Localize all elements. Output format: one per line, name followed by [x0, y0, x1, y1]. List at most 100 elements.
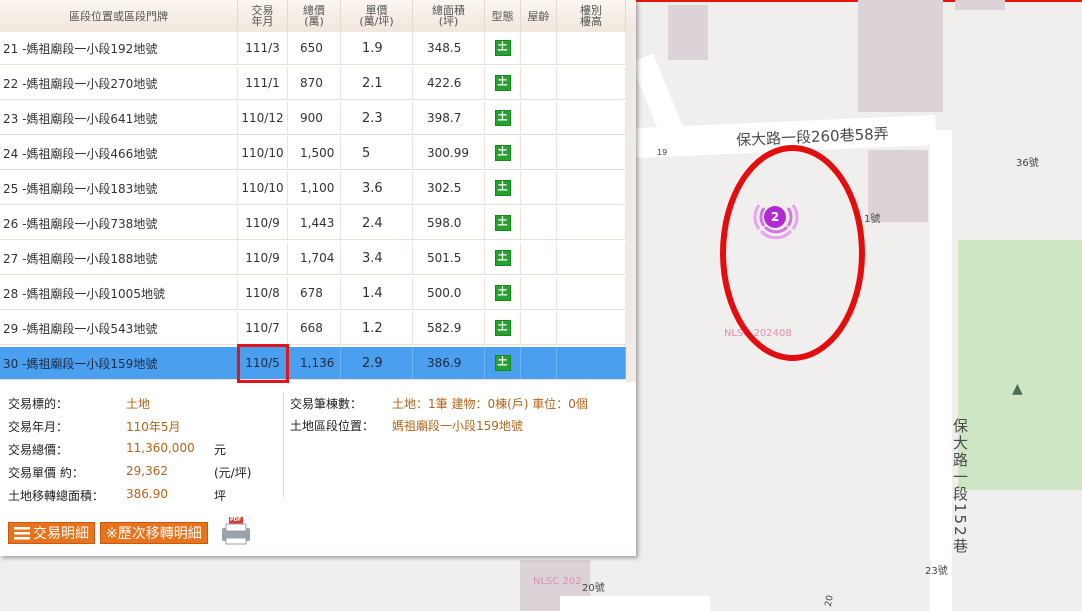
cell-loc: 25 -媽祖廟段一小段183地號 — [0, 172, 238, 204]
cell-loc: 26 -媽祖廟段一小段738地號 — [0, 207, 238, 239]
header-floor[interactable]: 樓別 樓高 — [557, 0, 626, 32]
cell-loc: 22 -媽祖廟段一小段270地號 — [0, 67, 238, 99]
cell-date: 110/9 — [238, 242, 288, 274]
cell-loc: 21 -媽祖廟段一小段192地號 — [0, 32, 238, 64]
detail-unitprice-unit: (元/坪) — [214, 466, 252, 480]
table-header: 區段位置或區段門牌 交易 年月 總價 (萬) 單價 (萬/坪) 總面積 (坪) … — [0, 0, 636, 33]
scrollbar[interactable] — [626, 32, 636, 382]
cell-date: 110/7 — [238, 312, 288, 344]
cell-type: 土 — [485, 312, 521, 344]
cell-age — [521, 67, 557, 99]
header-date[interactable]: 交易 年月 — [238, 0, 288, 32]
house-number: 20 — [823, 594, 836, 608]
house-number: 36號 — [1016, 158, 1039, 169]
cell-total: 1,136 — [288, 347, 341, 379]
detail-area-label: 土地移轉總面積： — [8, 489, 105, 503]
cell-floor — [557, 347, 626, 379]
table-row[interactable]: 21 -媽祖廟段一小段192地號 111/3 650 1.9 348.5 土 — [0, 32, 626, 65]
table-row[interactable]: 26 -媽祖廟段一小段738地號 110/9 1,443 2.4 598.0 土 — [0, 207, 626, 240]
pdf-print-icon[interactable]: PDF — [220, 516, 252, 546]
house-number: 1號 — [864, 214, 881, 225]
cell-floor — [557, 102, 626, 134]
cell-unit: 2.4 — [341, 207, 413, 239]
table-row[interactable]: 28 -媽祖廟段一小段1005地號 110/8 678 1.4 500.0 土 — [0, 277, 626, 310]
table-row[interactable]: 29 -媽祖廟段一小段543地號 110/7 668 1.2 582.9 土 — [0, 312, 626, 345]
cell-date: 111/3 — [238, 32, 288, 64]
cell-area: 501.5 — [413, 242, 485, 274]
land-type-icon: 土 — [494, 75, 511, 91]
cell-type: 土 — [485, 242, 521, 274]
pdf-badge: PDF — [230, 517, 242, 523]
house-number: 23號 — [925, 566, 948, 577]
cell-area: 598.0 — [413, 207, 485, 239]
table-row[interactable]: 22 -媽祖廟段一小段270地號 111/1 870 2.1 422.6 土 — [0, 67, 626, 100]
cell-unit: 2.1 — [341, 67, 413, 99]
cell-total: 1,500 — [288, 137, 341, 169]
cell-date: 110/12 — [238, 102, 288, 134]
cell-date: 110/10 — [238, 137, 288, 169]
cell-unit: 3.6 — [341, 172, 413, 204]
cell-total: 678 — [288, 277, 341, 309]
detail-price-value: 11,360,000 — [126, 441, 195, 455]
cell-type: 土 — [485, 137, 521, 169]
cell-total: 1,704 — [288, 242, 341, 274]
map-road-branch — [630, 53, 684, 137]
history-transfer-label: ※歷次移轉明細 — [106, 526, 202, 542]
transaction-detail-button[interactable]: 交易明細 — [8, 522, 95, 544]
detail-area-value: 386.90 — [126, 487, 168, 501]
detail-count-label: 交易筆棟數： — [290, 397, 363, 411]
highlight-ellipse — [720, 145, 865, 361]
cell-loc: 29 -媽祖廟段一小段543地號 — [0, 312, 238, 344]
cell-age — [521, 32, 557, 64]
cell-area: 386.9 — [413, 347, 485, 379]
header-age[interactable]: 屋齡 — [521, 0, 557, 32]
cell-floor — [557, 32, 626, 64]
history-transfer-button[interactable]: ※歷次移轉明細 — [100, 522, 208, 544]
land-type-icon: 土 — [494, 180, 511, 196]
cell-area: 348.5 — [413, 32, 485, 64]
cell-area: 300.99 — [413, 137, 485, 169]
cell-age — [521, 137, 557, 169]
transaction-detail-label: 交易明細 — [33, 526, 89, 542]
header-unit[interactable]: 單價 (萬/坪) — [341, 0, 413, 32]
table-row[interactable]: 24 -媽祖廟段一小段466地號 110/10 1,500 5 300.99 土 — [0, 137, 626, 170]
header-area[interactable]: 總面積 (坪) — [413, 0, 485, 32]
map-park — [958, 240, 1082, 490]
table-row[interactable]: 30 -媽祖廟段一小段159地號 110/5 1,136 2.9 386.9 土 — [0, 347, 626, 380]
cell-loc: 28 -媽祖廟段一小段1005地號 — [0, 277, 238, 309]
map-road-bottom — [560, 596, 710, 611]
detail-target-value: 土地 — [126, 397, 151, 411]
detail-location-label: 土地區段位置： — [290, 419, 375, 433]
cell-age — [521, 102, 557, 134]
header-location[interactable]: 區段位置或區段門牌 — [0, 0, 238, 32]
map-building — [668, 5, 708, 60]
cell-unit: 2.9 — [341, 347, 413, 379]
cell-unit: 3.4 — [341, 242, 413, 274]
detail-divider — [283, 392, 284, 498]
land-type-icon: 土 — [494, 285, 511, 301]
cell-floor — [557, 67, 626, 99]
cell-floor — [557, 312, 626, 344]
cell-type: 土 — [485, 102, 521, 134]
cell-loc: 27 -媽祖廟段一小段188地號 — [0, 242, 238, 274]
cell-total: 1,100 — [288, 172, 341, 204]
land-type-icon: 土 — [494, 40, 511, 56]
land-type-icon: 土 — [494, 250, 511, 266]
cell-total: 668 — [288, 312, 341, 344]
detail-unitprice-value: 29,362 — [126, 464, 168, 478]
cell-area: 302.5 — [413, 172, 485, 204]
cell-total: 900 — [288, 102, 341, 134]
header-total[interactable]: 總價 (萬) — [288, 0, 341, 32]
detail-month-label: 交易年月： — [8, 420, 69, 434]
detail-count-value: 土地：1筆 建物：0棟(戶) 車位：0個 — [392, 397, 588, 411]
cell-age — [521, 172, 557, 204]
cell-age — [521, 347, 557, 379]
header-type[interactable]: 型態 — [485, 0, 521, 32]
table-row[interactable]: 23 -媽祖廟段一小段641地號 110/12 900 2.3 398.7 土 — [0, 102, 626, 135]
cell-loc: 23 -媽祖廟段一小段641地號 — [0, 102, 238, 134]
cell-area: 500.0 — [413, 277, 485, 309]
table-row[interactable]: 27 -媽祖廟段一小段188地號 110/9 1,704 3.4 501.5 土 — [0, 242, 626, 275]
house-number: 19 — [657, 148, 668, 157]
table-row[interactable]: 25 -媽祖廟段一小段183地號 110/10 1,100 3.6 302.5 土 — [0, 172, 626, 205]
tree-icon: ▲ — [1012, 381, 1023, 397]
